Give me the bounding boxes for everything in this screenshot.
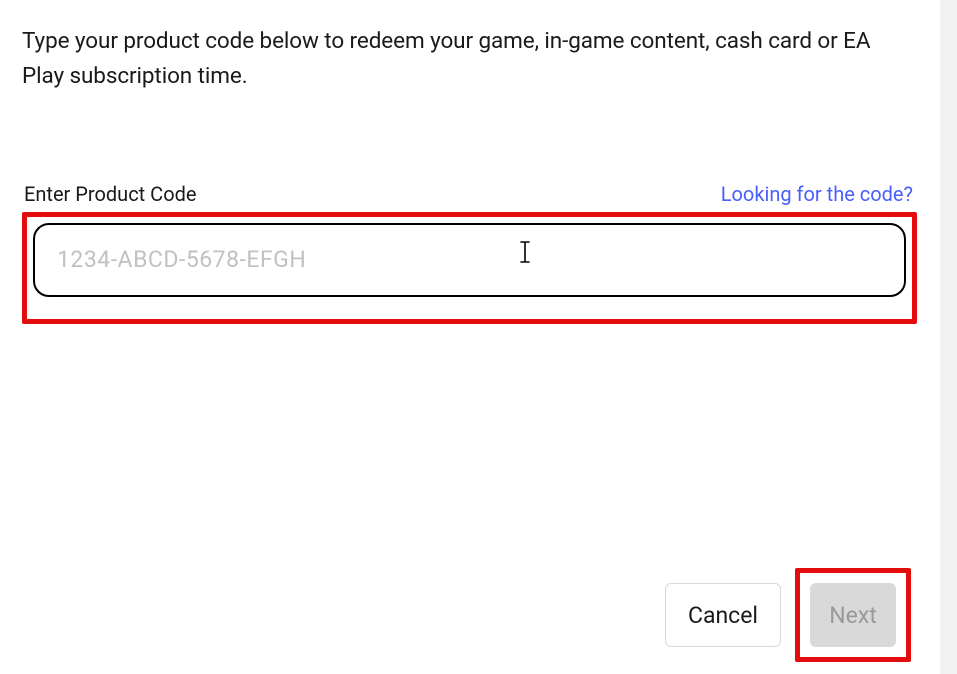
redeem-code-panel: Type your product code below to redeem y… [0, 0, 937, 674]
dialog-buttons: Cancel Next [665, 568, 911, 662]
instructions-text: Type your product code below to redeem y… [22, 24, 917, 94]
input-label-row: Enter Product Code Looking for the code? [22, 182, 917, 206]
vertical-scrollbar[interactable] [940, 0, 957, 674]
product-code-input[interactable] [33, 223, 906, 297]
product-code-label: Enter Product Code [24, 182, 197, 206]
next-button[interactable]: Next [810, 583, 896, 647]
input-annotation-highlight [22, 212, 917, 324]
next-annotation-highlight: Next [795, 568, 911, 662]
cancel-button[interactable]: Cancel [665, 583, 781, 647]
looking-for-code-link[interactable]: Looking for the code? [721, 182, 913, 206]
